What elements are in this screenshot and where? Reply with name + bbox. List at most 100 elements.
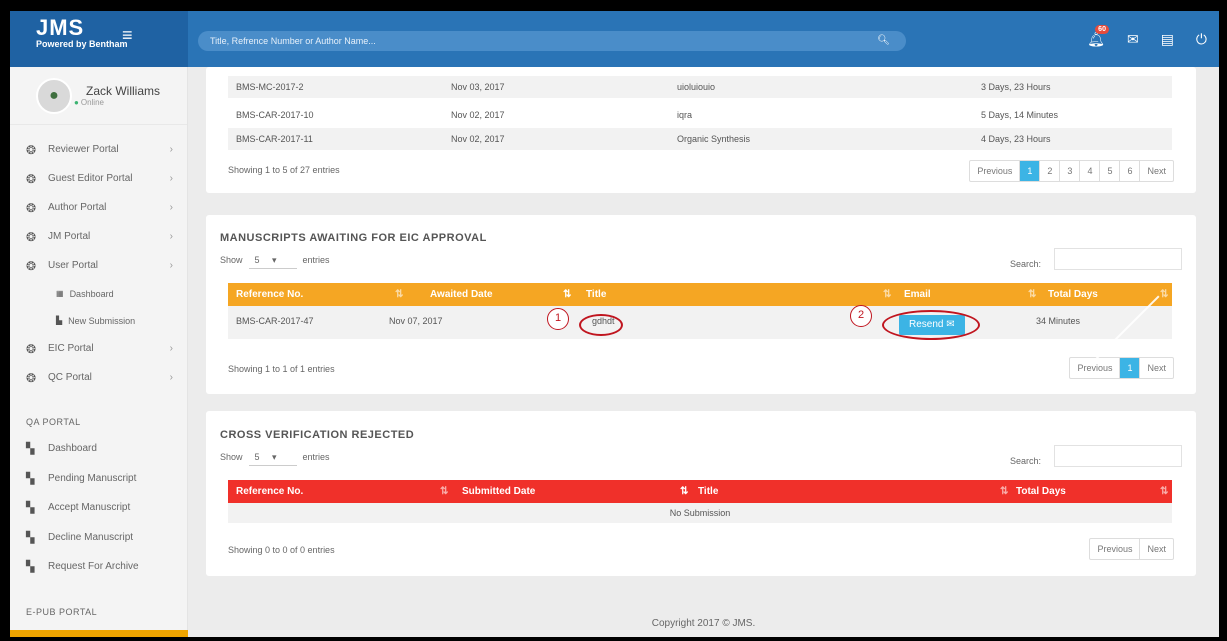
cell-title: uioluiouio [677,82,716,92]
active-item-strip[interactable] [10,630,188,637]
table-search-input[interactable] [1054,445,1182,467]
pager-page-1[interactable]: 1 [1019,161,1040,181]
search-placeholder: Title, Refrence Number or Author Name... [210,36,376,46]
grid-icon: ▚ [26,472,35,485]
sidebar-subitem-dashboard[interactable]: ▦ Dashboard [10,280,187,307]
qa-item-label: Pending Manuscript [48,472,137,484]
chevron-right-icon: › [169,260,173,271]
sort-icon[interactable]: ⇅ [680,486,688,497]
entries-info: Showing 0 to 0 of 0 entries [228,545,335,555]
table-search-input[interactable] [1054,248,1182,270]
sidebar-item-author-portal[interactable]: ❂ Author Portal › [10,193,187,222]
sidebar-item-label: JM Portal [48,231,91,242]
header-days[interactable]: Total Days [1016,486,1066,497]
epub-portal-title: E-PUB PORTAL [26,606,98,617]
header-date[interactable]: Submitted Date [462,486,535,497]
header-ref[interactable]: Reference No. [236,289,303,300]
pager-next[interactable]: Next [1139,358,1173,378]
sidebar-subitem-label: Dashboard [69,288,114,299]
table-row[interactable]: BMS-CAR-2017-11 Nov 02, 2017 Organic Syn… [228,128,1172,150]
sort-icon[interactable]: ⇅ [883,289,891,300]
main-content: BMS-MC-2017-2 Nov 03, 2017 uioluiouio 3 … [188,67,1219,637]
empty-message: No Submission [669,508,731,518]
pager-previous[interactable]: Previous [1090,539,1139,559]
search-icon[interactable]: 🔍︎ [877,31,890,51]
empty-row: No Submission [228,503,1172,523]
header-days[interactable]: Total Days [1048,289,1098,300]
chevron-right-icon: › [169,202,173,213]
power-icon[interactable]: ⏻ [1196,31,1207,48]
global-search-input[interactable]: Title, Refrence Number or Author Name...… [198,31,906,51]
cell-title: iqra [677,110,693,120]
sidebar-item-jm-portal[interactable]: ❂ JM Portal › [10,222,187,251]
sidebar-qa-request-archive[interactable]: ▚ Request For Archive [10,552,187,582]
pager-next[interactable]: Next [1139,539,1173,559]
pagination: Previous Next [1089,538,1174,560]
sort-icon[interactable]: ⇅ [1160,289,1168,300]
sidebar-item-label: User Portal [48,260,99,271]
cell-days: 34 Minutes [1036,316,1081,326]
sort-icon[interactable]: ⇅ [563,289,571,300]
sort-icon[interactable]: ⇅ [395,289,403,300]
cell-ref[interactable]: BMS-CAR-2017-10 [236,110,314,120]
sort-icon[interactable]: ⇅ [1160,486,1168,497]
header-date[interactable]: Awaited Date [430,289,493,300]
pager-page-4[interactable]: 4 [1079,161,1099,181]
entries-info: Showing 1 to 5 of 27 entries [228,165,340,175]
sidebar-item-qc-portal[interactable]: ❂ QC Portal › [10,363,187,392]
chat-icon[interactable]: ▤ [1161,31,1174,48]
sidebar-qa-accept-manuscript[interactable]: ▚ Accept Manuscript [10,493,187,523]
user-circle-icon: ❂ [26,171,37,186]
entries-select[interactable]: 5 ▾ [248,448,297,466]
table-row[interactable]: BMS-CAR-2017-10 Nov 02, 2017 iqra 5 Days… [228,104,1172,126]
table-row[interactable]: BMS-CAR-2017-47 Nov 07, 2017 gdhdt 34 Mi… [228,306,1172,339]
cell-days: 3 Days, 23 Hours [981,82,1051,92]
cell-date: Nov 02, 2017 [451,110,505,120]
pager-previous[interactable]: Previous [1070,358,1119,378]
sort-icon[interactable]: ⇅ [440,486,448,497]
sidebar-item-user-portal[interactable]: ❂ User Portal › [10,251,187,280]
pagination: Previous 1 2 3 4 5 6 Next [969,160,1174,182]
table-row[interactable]: BMS-MC-2017-2 Nov 03, 2017 uioluiouio 3 … [228,76,1172,98]
sidebar-qa-pending-manuscript[interactable]: ▚ Pending Manuscript [10,464,187,494]
cell-ref[interactable]: BMS-CAR-2017-47 [236,316,314,326]
sidebar-item-guest-editor-portal[interactable]: ❂ Guest Editor Portal › [10,164,187,193]
sidebar-qa-dashboard[interactable]: ▚ Dashboard [10,434,187,464]
show-label: Show [220,452,243,462]
sidebar-item-reviewer-portal[interactable]: ❂ Reviewer Portal › [10,135,187,164]
pager-previous[interactable]: Previous [970,161,1019,181]
notification-icon[interactable]: 🔔︎ 60 [1087,25,1109,48]
chevron-right-icon: › [169,173,173,184]
cell-ref[interactable]: BMS-CAR-2017-11 [236,134,313,144]
pager-page-3[interactable]: 3 [1059,161,1079,181]
menu-toggle-icon[interactable]: ≡ [122,25,133,46]
search-label: Search: [1009,259,1041,269]
show-label: Show [220,255,243,265]
header-email[interactable]: Email [904,289,931,300]
pager-page-2[interactable]: 2 [1039,161,1059,181]
header-ref[interactable]: Reference No. [236,486,303,497]
sidebar-qa-decline-manuscript[interactable]: ▚ Decline Manuscript [10,523,187,553]
notification-badge: 60 [1095,25,1109,34]
sidebar-item-label: Reviewer Portal [48,144,119,155]
sidebar-subitem-label: New Submission [68,315,136,326]
cell-ref[interactable]: BMS-MC-2017-2 [236,82,304,92]
brand[interactable]: JMS Powered by Bentham ≡ [10,11,188,67]
sidebar-subitem-new-submission[interactable]: ▙ New Submission [10,307,187,334]
header-title[interactable]: Title [586,289,606,300]
frame-right [1219,0,1227,641]
pager-page-1[interactable]: 1 [1119,358,1140,378]
sidebar-item-eic-portal[interactable]: ❂ EIC Portal › [10,334,187,363]
user-profile[interactable]: ● Zack Williams Online [10,67,187,125]
panel-top-table: BMS-MC-2017-2 Nov 03, 2017 uioluiouio 3 … [206,67,1196,193]
pager-page-6[interactable]: 6 [1119,161,1139,181]
pager-page-5[interactable]: 5 [1099,161,1119,181]
sort-icon[interactable]: ⇅ [1028,289,1036,300]
annotation-circle [579,314,623,336]
mail-icon[interactable]: ✉ [1127,31,1139,48]
header-title[interactable]: Title [698,486,718,497]
sidebar: ● Zack Williams Online ❂ Reviewer Portal ›… [10,67,188,637]
pager-next[interactable]: Next [1139,161,1173,181]
sort-icon[interactable]: ⇅ [1000,486,1008,497]
entries-select[interactable]: 5 ▾ [248,251,297,269]
